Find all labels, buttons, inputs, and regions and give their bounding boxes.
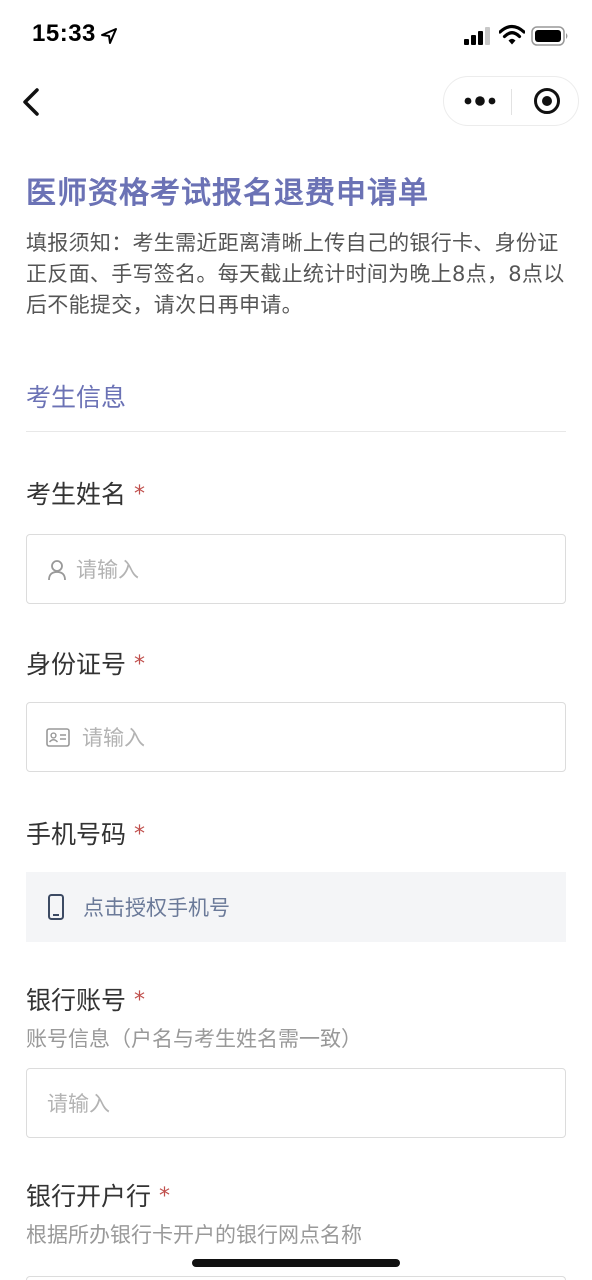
field-label-text: 手机号码 [26,820,127,849]
location-arrow-icon [101,28,117,44]
wifi-icon [499,24,525,45]
target-circle-icon [534,88,560,114]
name-input[interactable]: 请输入 [26,534,566,604]
field-label-text: 银行账号 [26,986,127,1015]
close-miniprogram-button[interactable] [520,81,574,121]
required-mark: * [159,1184,171,1209]
back-button[interactable] [16,82,50,122]
id-number-input[interactable]: 请输入 [26,702,566,772]
status-bar: 15:33 [0,0,592,72]
field-label-text: 考生姓名 [26,480,127,509]
field-label: 手机号码 * [26,818,566,852]
required-mark: * [134,822,146,847]
form-content: 医师资格考试报名退费申请单 填报须知：考生需近距离清晰上传自己的银行卡、身份证正… [26,160,566,1250]
field-label: 银行开户行 * [26,1180,566,1214]
field-label-text: 身份证号 [26,650,127,679]
status-time: 15:33 [32,20,96,47]
home-indicator[interactable] [192,1259,400,1267]
required-mark: * [134,482,146,507]
section-divider [26,431,566,432]
id-number-placeholder: 请输入 [82,726,145,750]
field-hint: 账号信息（户名与考生姓名需一致） [26,1027,362,1051]
capsule-divider [511,89,512,115]
more-dots-icon [464,96,496,106]
bank-account-placeholder: 请输入 [47,1092,110,1116]
form-title: 医师资格考试报名退费申请单 [26,176,429,211]
bank-branch-input[interactable] [26,1276,566,1280]
mobile-phone-icon [48,894,64,920]
field-label: 考生姓名 * [26,478,566,512]
mini-program-capsule [443,76,579,126]
field-hint: 根据所办银行卡开户的银行网点名称 [26,1223,362,1247]
field-label: 银行账号 * [26,984,566,1018]
authorize-phone-button[interactable]: 点击授权手机号 [26,872,566,942]
nav-bar [0,72,592,132]
field-name: 考生姓名 * 请输入 [26,478,566,604]
field-label-text: 银行开户行 [26,1182,152,1211]
required-mark: * [134,652,146,677]
field-label: 身份证号 * [26,648,566,682]
field-phone: 手机号码 * 点击授权手机号 [26,818,566,942]
id-card-icon [46,728,70,747]
required-mark: * [134,988,146,1013]
screen: 15:33 医师资格考试报名退费申请单 填报须知：考生需近距离清晰上传自己的银行… [0,0,592,1280]
field-bank-account: 银行账号 * 账号信息（户名与考生姓名需一致） 请输入 [26,984,566,1138]
person-icon [48,560,66,581]
chevron-left-icon [23,88,39,116]
field-bank-branch: 银行开户行 * 根据所办银行卡开户的银行网点名称 [26,1180,566,1250]
form-notice: 填报须知：考生需近距离清晰上传自己的银行卡、身份证正反面、手写签名。每天截止统计… [26,231,565,317]
name-placeholder: 请输入 [76,558,139,582]
cellular-signal-icon [464,27,490,45]
bank-account-input[interactable]: 请输入 [26,1068,566,1138]
more-button[interactable] [454,81,508,121]
field-id-number: 身份证号 * 请输入 [26,648,566,772]
authorize-phone-label: 点击授权手机号 [83,896,230,920]
section-title: 考生信息 [26,383,127,412]
battery-icon [531,26,568,46]
